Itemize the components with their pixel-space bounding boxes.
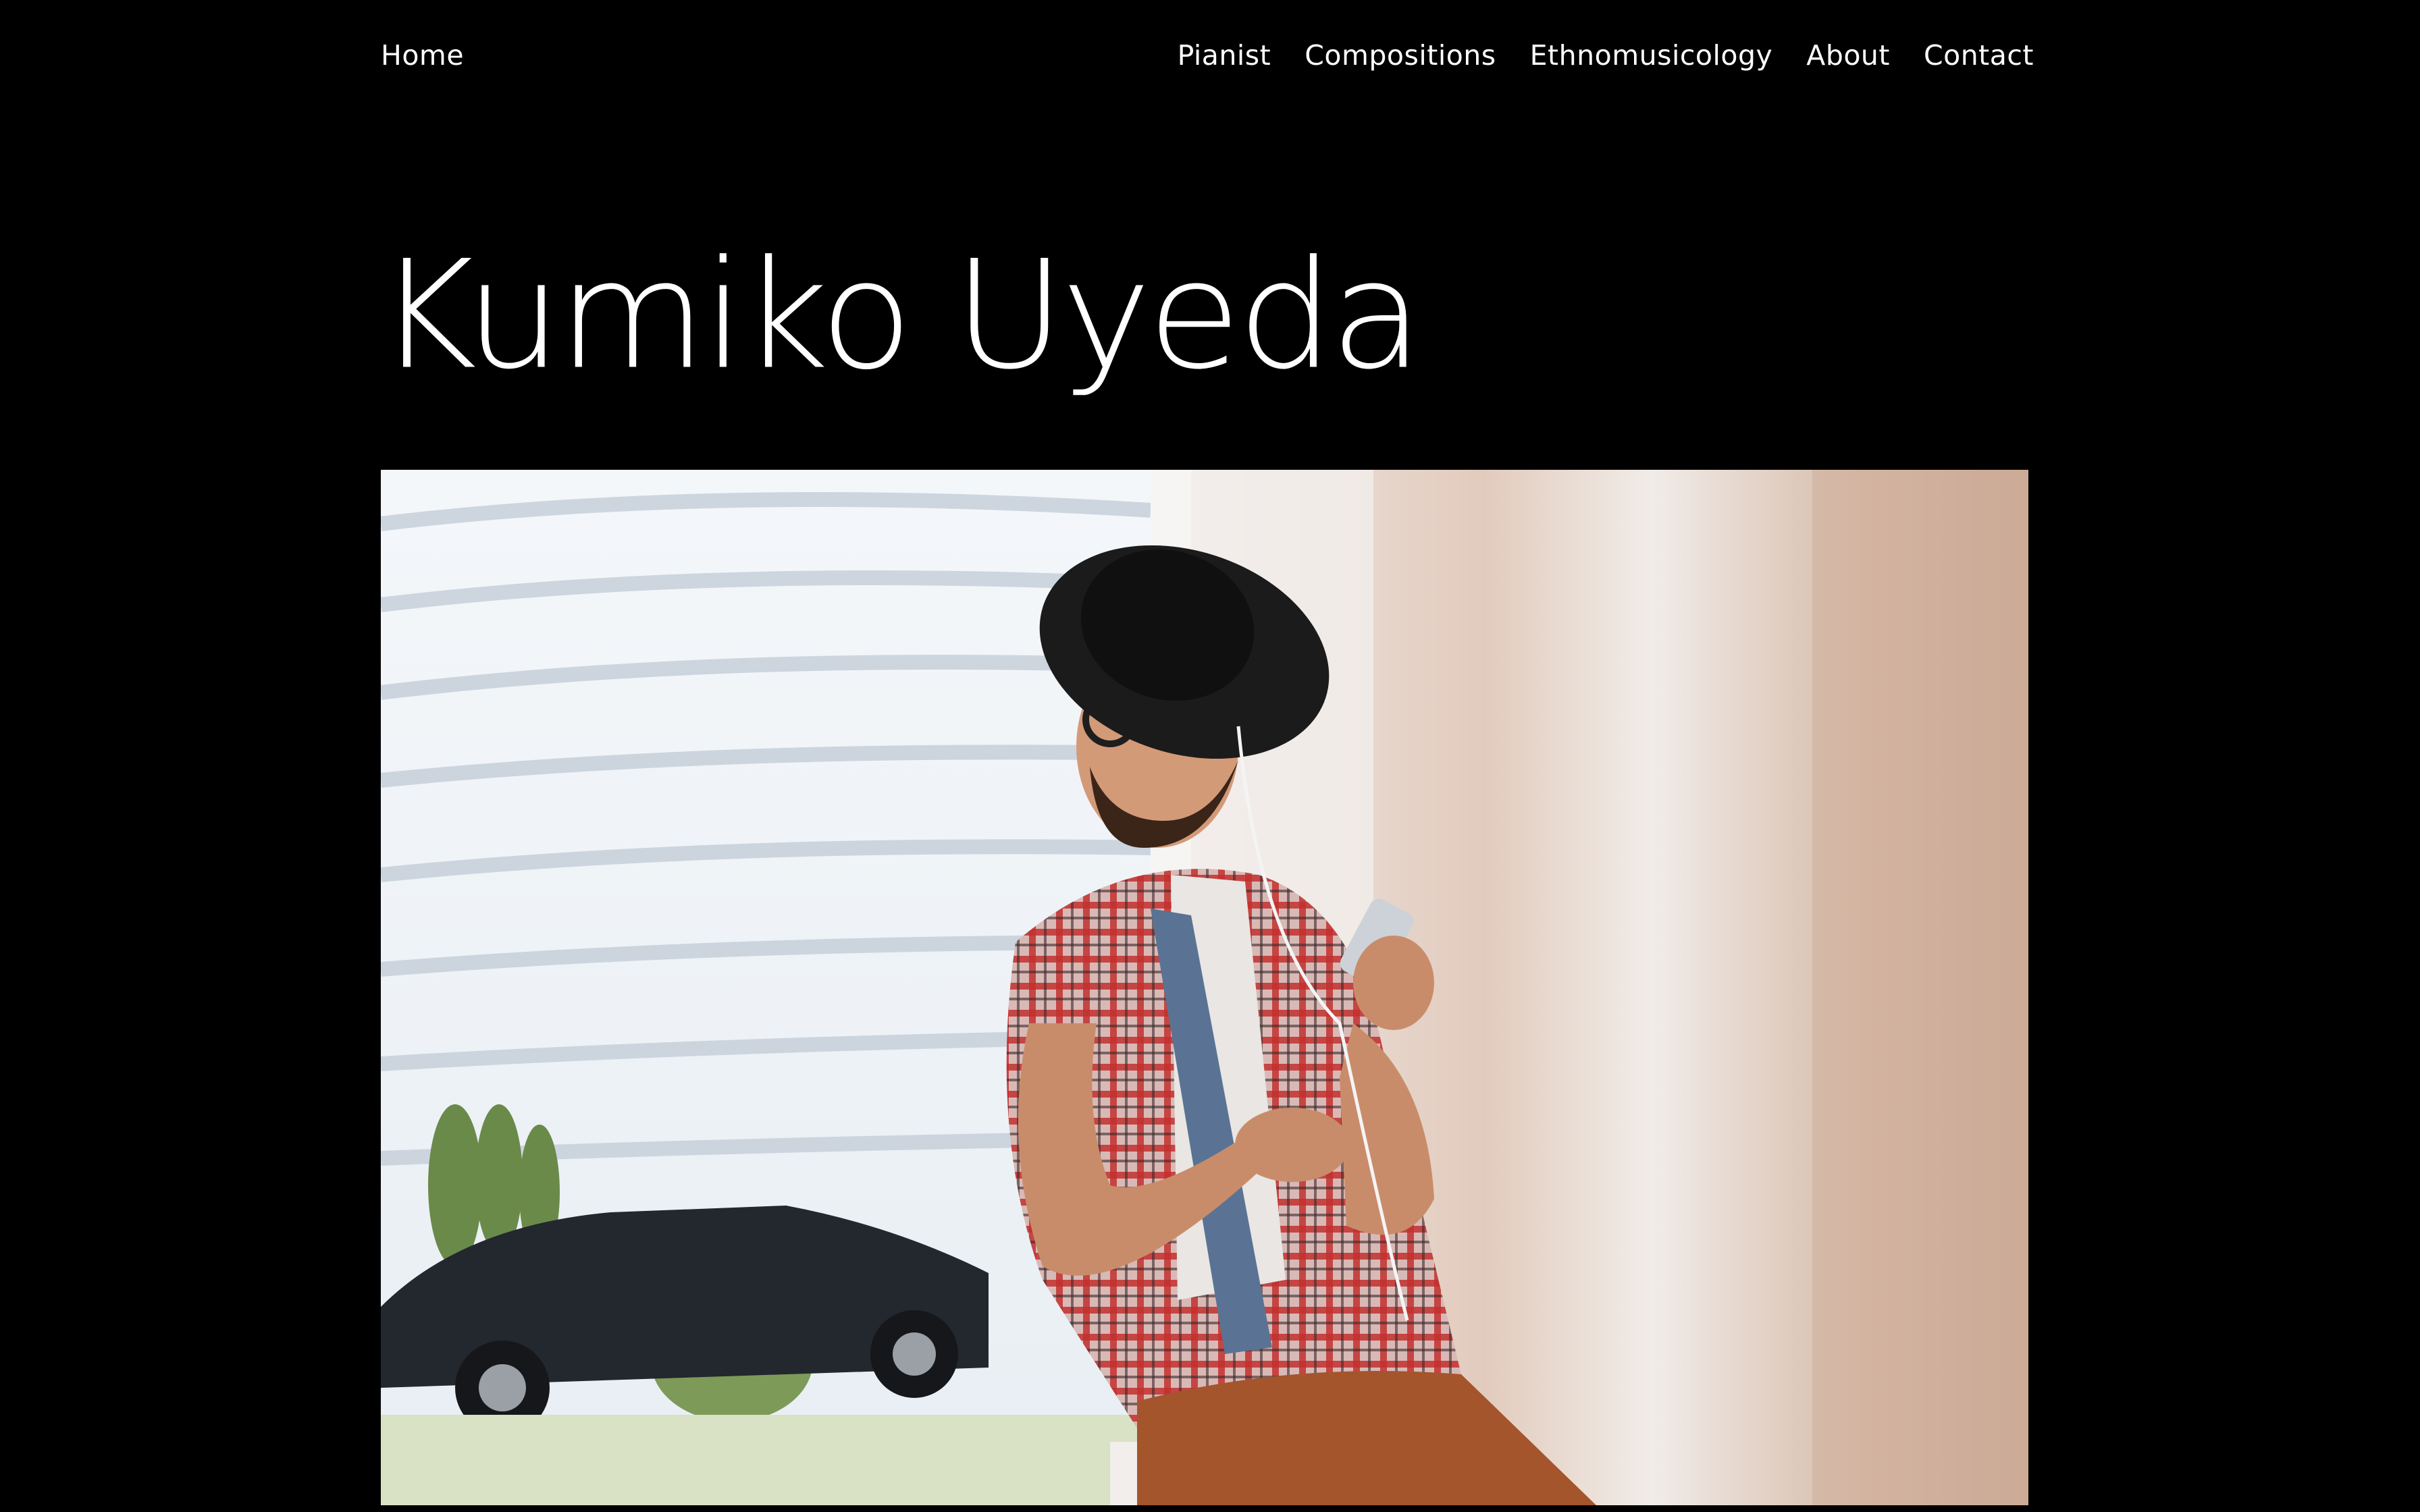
nav-link-compositions[interactable]: Compositions	[1305, 39, 1496, 72]
main-nav: Pianist Compositions Ethnomusicology Abo…	[1178, 39, 2034, 72]
nav-link-about[interactable]: About	[1806, 39, 1890, 72]
page: Home Pianist Compositions Ethnomusicolog…	[0, 0, 2420, 1512]
nav-link-contact[interactable]: Contact	[1924, 39, 2034, 72]
page-title: Kumiko Uyeda	[377, 228, 1423, 403]
nav-link-pianist[interactable]: Pianist	[1178, 39, 1271, 72]
hero-image	[381, 470, 2028, 1505]
site-header: Home Pianist Compositions Ethnomusicolog…	[381, 35, 2034, 76]
home-link[interactable]: Home	[381, 39, 464, 72]
hero-photo	[381, 470, 2028, 1505]
nav-link-ethnomusicology[interactable]: Ethnomusicology	[1530, 39, 1773, 72]
